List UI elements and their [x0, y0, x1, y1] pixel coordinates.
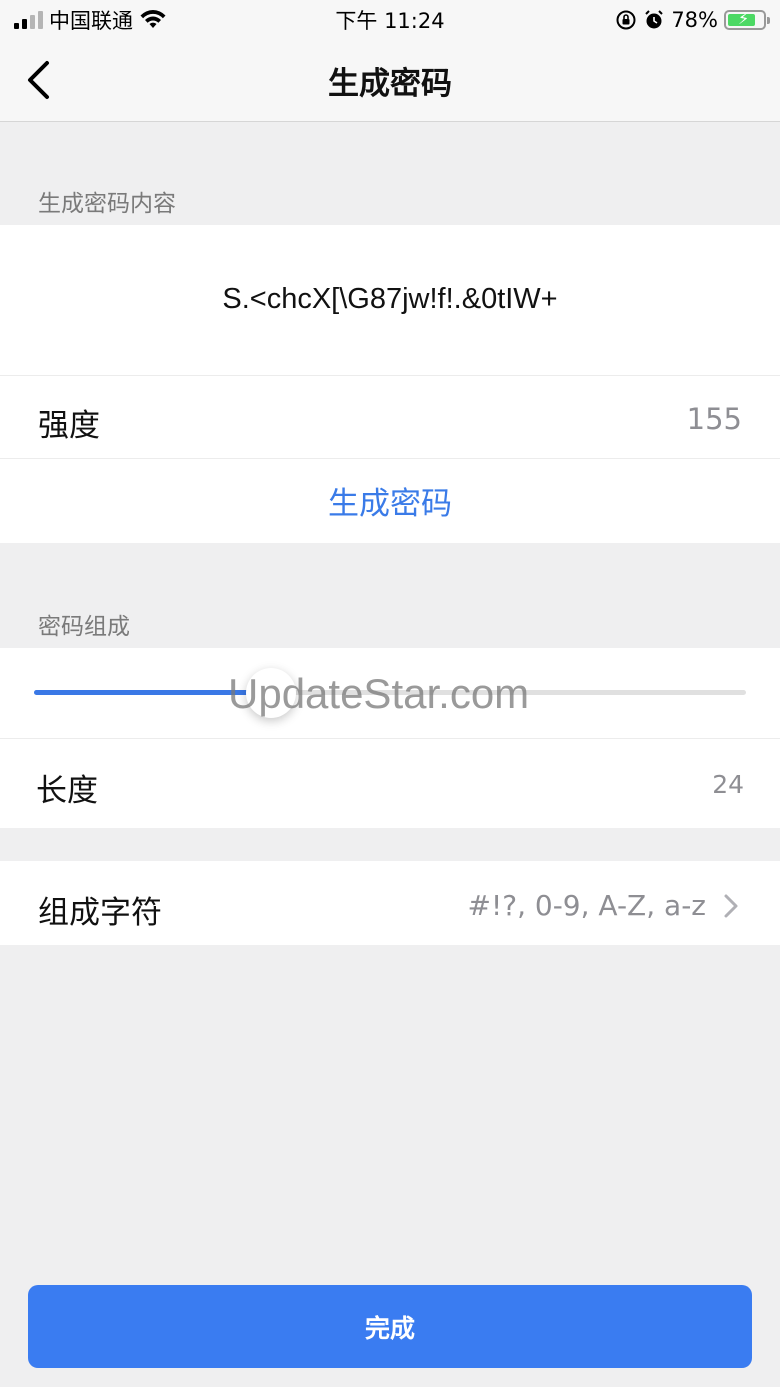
- status-bar: 中国联通 下午 11:24 78% ⚡: [0, 0, 780, 40]
- orientation-lock-icon: [616, 10, 636, 30]
- status-left: 中国联通: [14, 5, 167, 35]
- generated-password: S.<chcX[\G87jw!f!.&0tIW+: [222, 283, 558, 315]
- battery-percent: 78%: [671, 8, 718, 32]
- strength-value: 155: [686, 402, 742, 436]
- chevron-right-icon: [724, 894, 738, 918]
- divider: [0, 458, 780, 459]
- strength-label: 强度: [38, 408, 100, 444]
- section-label-composition: 密码组成: [38, 614, 130, 640]
- battery-icon: ⚡: [724, 9, 770, 30]
- length-label: 长度: [36, 773, 98, 809]
- wifi-icon: [140, 10, 166, 28]
- status-right: 78% ⚡: [615, 8, 770, 32]
- carrier-label: 中国联通: [49, 9, 133, 33]
- page-title: 生成密码: [328, 66, 452, 102]
- signal-icon: [14, 11, 43, 29]
- length-value: 24: [712, 770, 744, 799]
- divider: [0, 738, 780, 739]
- divider: [0, 375, 780, 376]
- watermark: UpdateStar.com: [228, 670, 530, 717]
- section-label-content: 生成密码内容: [38, 191, 176, 217]
- chars-value: #!?, 0-9, A-Z, a-z: [467, 889, 706, 922]
- chars-label: 组成字符: [38, 895, 162, 931]
- alarm-icon: [645, 10, 664, 29]
- generate-password-button[interactable]: 生成密码: [0, 478, 780, 523]
- done-button[interactable]: 完成: [28, 1285, 752, 1368]
- navigation-bar: 生成密码: [0, 40, 780, 122]
